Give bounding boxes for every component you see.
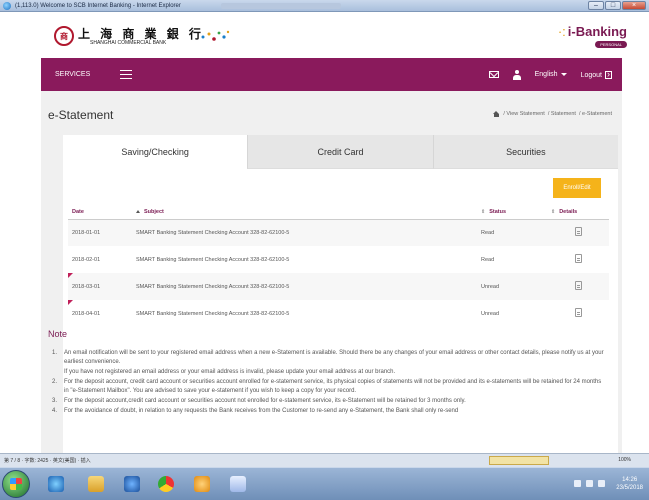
column-header-details[interactable]: ⇕ Details [547,206,609,220]
chrome-icon [158,476,174,492]
row-subject[interactable]: SMART Banking Statement Checking Account… [132,273,477,300]
zoom-level[interactable]: 100% [618,457,631,463]
ie-icon [48,476,64,492]
personal-badge: PERSONAL [595,41,627,48]
decorative-dots-icon [201,30,230,41]
row-status: Read [477,219,547,246]
bank-header: 商 上 海 商 業 銀 行 SHANGHAI COMMERCIAL BANK ·… [0,12,649,58]
volume-icon[interactable] [586,480,593,487]
breadcrumb-statement[interactable]: / Statement [548,111,576,117]
services-menu[interactable]: SERVICES [55,71,90,78]
document-icon[interactable] [574,254,582,263]
close-button[interactable]: × [622,1,646,10]
tab-credit-card[interactable]: Credit Card [247,135,433,169]
document-icon[interactable] [574,281,582,290]
column-header-subject[interactable]: Subject [132,206,477,220]
windows-logo-icon [10,478,22,490]
window-titlebar: (1,113.0) Welcome to SCB Internet Bankin… [0,0,649,12]
row-status: Unread [477,273,547,300]
chevron-down-icon [560,72,567,76]
clock[interactable]: 14:26 23/5/2018 [616,476,643,492]
document-icon[interactable] [574,227,582,237]
breadcrumb-view-statement[interactable]: / View Statement [503,111,544,117]
sort-icon: ⇕ [481,208,486,215]
system-tray [574,480,605,487]
note-heading: Note [48,329,68,339]
row-date: 2018-01-01 [68,219,132,246]
note-item: 2. For the deposit account, credit card a… [52,379,602,394]
word-icon [230,476,246,492]
enroll-edit-button[interactable]: Enroll/Edit [553,178,601,198]
table-row[interactable]: 2018-02-01 SMART Banking Statement Check… [68,246,609,273]
row-date: 2018-04-01 [68,300,132,327]
logout-button[interactable]: Logout [581,69,612,79]
home-icon[interactable] [493,111,500,117]
sort-ascending-icon [136,210,140,214]
note-item: 1. An email notification will be sent to … [52,350,604,365]
row-subject[interactable]: SMART Banking Statement Checking Account… [132,219,477,246]
bank-name-en: SHANGHAI COMMERCIAL BANK [90,40,167,46]
flag-icon[interactable] [598,480,605,487]
blurred-tab [220,2,341,9]
security-zone-indicator [489,456,549,465]
bank-seal-icon: 商 [54,26,74,46]
note-list: 1. An email notification will be sent to … [52,349,607,417]
breadcrumb-e-statement: / e-Statement [578,111,612,117]
unread-flag-icon [68,300,73,305]
minimize-button[interactable]: – [588,1,604,10]
unread-flag-icon [68,273,73,278]
document-icon[interactable] [574,308,582,317]
table-row[interactable]: 2018-03-01 SMART Banking Statement Check… [68,273,609,300]
folder-icon [88,476,104,492]
start-button[interactable] [2,470,30,498]
column-header-status[interactable]: ⇕ Status [477,206,547,220]
statusbar-text: 第 7 / 8 · 字数: 2425 · 英文(美国) · 插入 [4,458,91,464]
app-icon [194,476,210,492]
row-status: Read [481,256,495,263]
window-controls: – □ × [588,1,646,10]
main-content: e-Statement / View Statement / Statement… [41,91,622,453]
network-icon[interactable] [574,480,581,487]
sort-icon: ⇕ [551,208,556,215]
table-row[interactable]: 2018-01-01 SMART Banking Statement Check… [68,219,609,246]
i-banking-logo: ·: i-Banking PERSONAL [557,24,627,48]
row-subject[interactable]: SMART Banking Statement Checking Account… [132,246,477,273]
note-item: If you have not registered an email addr… [64,369,396,375]
taskbar-chrome[interactable] [150,472,182,496]
tab-securities[interactable]: Securities [432,135,618,169]
media-player-icon [124,476,140,492]
taskbar-ie[interactable] [40,472,72,496]
main-nav: SERVICES English Logout [41,58,622,91]
statement-table: Date Subject ⇕ Status ⇕ Details 2018-01-01… [68,206,609,327]
column-header-date[interactable]: Date [68,206,132,220]
tab-saving-checking[interactable]: Saving/Checking [63,135,248,169]
logout-icon [605,69,612,79]
taskbar-media[interactable] [116,472,148,496]
ie-icon [3,1,11,10]
hamburger-menu-icon[interactable] [120,70,133,79]
table-row[interactable]: 2018-04-01 SMART Banking Statement Check… [68,300,609,327]
taskbar-explorer[interactable] [80,472,112,496]
row-date: 2018-02-01 [72,256,101,263]
user-icon[interactable] [512,69,521,80]
breadcrumb: / View Statement / Statement / e-Stateme… [493,111,612,117]
maximize-button[interactable]: □ [605,1,621,10]
taskbar-word[interactable] [222,472,254,496]
page-title: e-Statement [48,108,114,122]
mail-icon[interactable] [488,71,499,78]
window-title: (1,113.0) Welcome to SCB Internet Bankin… [15,2,181,9]
note-item: 3. For the deposit account,credit card ac… [52,398,466,404]
row-subject[interactable]: SMART Banking Statement Checking Account… [132,300,477,327]
language-select[interactable]: English [535,71,567,78]
windows-taskbar: 14:26 23/5/2018 [0,467,649,500]
browser-statusbar: 第 7 / 8 · 字数: 2425 · 英文(美国) · 插入 100% [0,453,649,467]
note-item: 4. For the avoidance of doubt, in relatio… [52,408,459,414]
row-date: 2018-03-01 [68,273,132,300]
account-tabs: Saving/Checking Credit Card Securities [63,135,618,169]
taskbar-app[interactable] [186,472,218,496]
row-status: Unread [481,310,500,317]
